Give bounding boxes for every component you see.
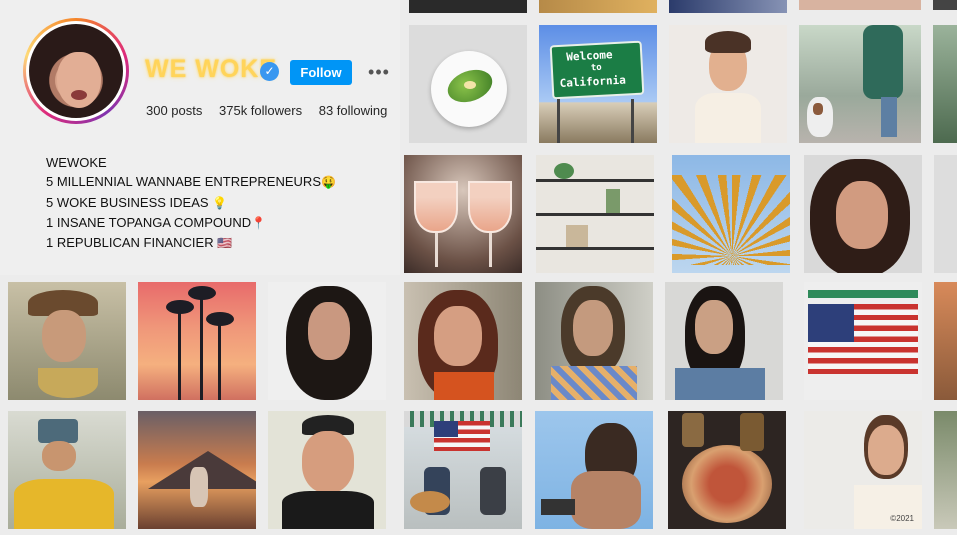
photo-tile-vr-headset[interactable] (8, 411, 126, 529)
profile-avatar[interactable] (23, 18, 129, 124)
photo-tile-rose-wine-glasses[interactable] (404, 155, 522, 273)
followers-count[interactable]: 375k followers (219, 103, 302, 118)
location-pin-emoji-icon: 📍 (251, 215, 267, 230)
copyright-text: ©2021 (890, 514, 914, 523)
photo-tile-man-cap[interactable] (268, 411, 386, 529)
bio-line: 5 WOKE BUSINESS IDEAS 💡 (46, 194, 228, 210)
bio-line: WEWOKE (46, 155, 107, 170)
photo-tile-sunset-palms[interactable] (138, 282, 256, 400)
photo-tile-dog-walk[interactable] (799, 25, 921, 143)
photo-tile-woman-denim[interactable] (665, 282, 783, 400)
photo-tile[interactable] (933, 25, 957, 143)
verified-badge-icon: ✓ (260, 62, 279, 81)
light-bulb-emoji-icon: 💡 (212, 195, 228, 210)
photo-tile[interactable] (934, 411, 957, 529)
photo-tile-guitar-flag[interactable] (404, 411, 522, 529)
bio-line: 1 INSANE TOPANGA COMPOUND📍 (46, 214, 267, 230)
photo-tile-woman-beach[interactable] (535, 411, 653, 529)
sign-text-welcome: Welcome (565, 48, 613, 64)
photo-tile-salad-plate[interactable] (409, 25, 527, 143)
photo-tile-woman-portrait-2[interactable]: ©2021 (804, 411, 922, 529)
photo-tile-palm-sky[interactable] (672, 155, 790, 273)
following-count[interactable]: 83 following (319, 103, 388, 118)
photo-tile-american-flag[interactable] (804, 282, 922, 400)
profile-stats: 300 posts 375k followers 83 following (146, 103, 400, 118)
photo-tile[interactable] (539, 0, 657, 13)
profile-header: WE WOKE ✓ Follow ••• 300 posts 375k foll… (0, 0, 400, 275)
follow-button[interactable]: Follow (290, 60, 352, 85)
photo-tile-pizza[interactable] (668, 411, 786, 529)
photo-tile-mountain-sunset[interactable] (138, 411, 256, 529)
sign-text-california: California (559, 73, 627, 90)
avatar-photo (26, 21, 126, 121)
photo-tile[interactable] (669, 0, 787, 13)
photo-tile-man-long-hair[interactable] (535, 282, 653, 400)
posts-count[interactable]: 300 posts (146, 103, 202, 118)
photo-tile[interactable] (409, 0, 527, 13)
photo-tile-man-hat-bowl[interactable] (8, 282, 126, 400)
photo-tile[interactable] (799, 0, 921, 10)
photo-tile[interactable] (934, 155, 957, 273)
photo-tile-woman-smiling[interactable] (404, 282, 522, 400)
photo-tile-welcome-sign[interactable]: Welcome to California (539, 25, 657, 143)
money-face-emoji-icon: 🤑 (321, 175, 336, 190)
photo-tile[interactable] (933, 0, 957, 10)
photo-tile-woman-closeup[interactable] (804, 155, 922, 273)
us-flag-emoji-icon: 🇺🇸 (217, 236, 233, 251)
profile-bio: WEWOKE 5 MILLENNIAL WANNABE ENTREPRENEUR… (46, 153, 336, 253)
more-options-icon[interactable]: ••• (366, 61, 392, 83)
photo-tile-woman-phone[interactable] (268, 282, 386, 400)
bio-line: 1 REPUBLICAN FINANCIER 🇺🇸 (46, 235, 233, 251)
photo-tile-shelves[interactable] (536, 155, 654, 273)
photo-tile[interactable] (934, 282, 957, 400)
sign-text-to: to (590, 62, 602, 74)
photo-tile-woman-portrait[interactable] (669, 25, 787, 143)
profile-username: WE WOKE (145, 55, 277, 83)
bio-line: 5 MILLENNIAL WANNABE ENTREPRENEURS🤑 (46, 174, 336, 190)
